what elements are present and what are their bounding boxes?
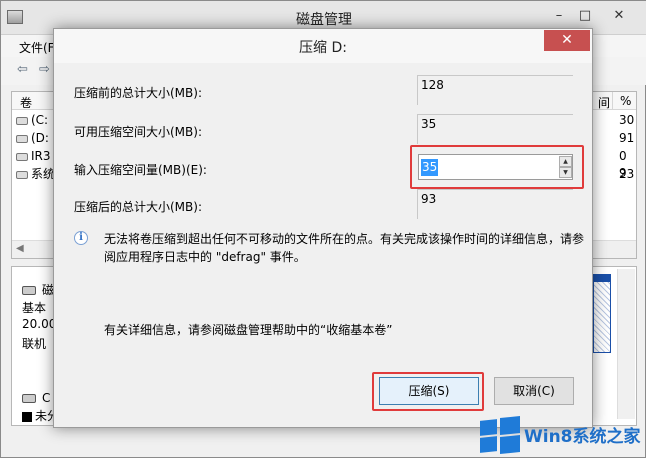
help-message: 有关详细信息，请参阅磁盘管理帮助中的“收缩基本卷” xyxy=(104,323,393,337)
volume-percent: 30 xyxy=(619,113,635,127)
back-arrow-icon[interactable]: ⇦ xyxy=(17,62,35,78)
available-value: 35 xyxy=(417,114,573,144)
watermark-text: Win8系统之家 xyxy=(524,427,641,447)
volume-percent: 23 xyxy=(619,167,635,181)
total-before-label: 压缩前的总计大小(MB): xyxy=(74,86,202,100)
cdrom-label[interactable]: C xyxy=(22,391,50,405)
available-label: 可用压缩空间大小(MB): xyxy=(74,125,202,139)
dialog-titlebar: 压缩 D: ✕ xyxy=(54,29,592,63)
column-header-volume[interactable]: 卷 xyxy=(20,94,32,111)
annotation-highlight-button xyxy=(372,372,484,411)
volume-row[interactable]: IR3 xyxy=(16,148,51,165)
legend-swatch xyxy=(22,411,32,422)
volume-name: IR3 xyxy=(31,149,51,163)
dialog-close-button[interactable]: ✕ xyxy=(544,30,590,51)
annotation-highlight-input xyxy=(410,145,584,189)
volume-row[interactable]: 系统 xyxy=(16,166,55,183)
info-icon: i xyxy=(74,231,88,245)
volume-icon xyxy=(16,134,28,143)
input-amount-label: 输入压缩空间量(MB)(E): xyxy=(74,163,207,177)
scroll-left-icon[interactable]: ◀ xyxy=(16,243,24,254)
windows-logo-icon xyxy=(480,415,520,455)
watermark: Win8系统之家 xyxy=(478,412,646,458)
minimize-button[interactable]: – xyxy=(549,7,569,25)
volume-icon xyxy=(16,170,28,179)
total-before-value: 128 xyxy=(417,75,573,105)
column-separator xyxy=(612,92,613,110)
volume-row[interactable]: (C: xyxy=(16,112,48,129)
column-header-space[interactable]: 间 xyxy=(598,94,610,111)
total-after-label: 压缩后的总计大小(MB): xyxy=(74,200,202,214)
shrink-dialog: 压缩 D: ✕ 压缩前的总计大小(MB): 128 可用压缩空间大小(MB): … xyxy=(53,28,593,428)
volume-name: (D: xyxy=(31,131,49,145)
vertical-scrollbar[interactable] xyxy=(617,269,635,419)
column-header-percent[interactable]: % xyxy=(620,94,631,108)
dialog-title: 压缩 D: xyxy=(299,40,347,56)
window-close-button[interactable]: ✕ xyxy=(609,7,629,25)
volume-icon xyxy=(16,116,28,125)
volume-icon xyxy=(16,152,28,161)
cdrom-icon xyxy=(22,394,36,403)
disk-0-status: 联机 xyxy=(22,337,47,351)
disk-0-label[interactable]: 磁 xyxy=(22,281,54,298)
disk-0-type: 基本 xyxy=(22,301,47,315)
volume-percent: 91 xyxy=(619,131,635,145)
total-after-value: 93 xyxy=(417,189,573,219)
volume-percent: 0 9 xyxy=(619,149,627,180)
volume-name: (C: xyxy=(31,113,49,127)
volume-row[interactable]: (D: xyxy=(16,130,49,147)
maximize-button[interactable]: □ xyxy=(575,7,595,25)
volume-name: 系统 xyxy=(31,167,56,181)
disk-icon xyxy=(22,286,36,295)
partition-block[interactable] xyxy=(593,281,611,353)
info-message: 无法将卷压缩到超出任何不可移动的文件所在的点。有关完成该操作时间的详细信息，请参… xyxy=(104,232,585,264)
cancel-button[interactable]: 取消(C) xyxy=(494,377,574,405)
disk-0-size: 20.00 xyxy=(22,317,57,331)
